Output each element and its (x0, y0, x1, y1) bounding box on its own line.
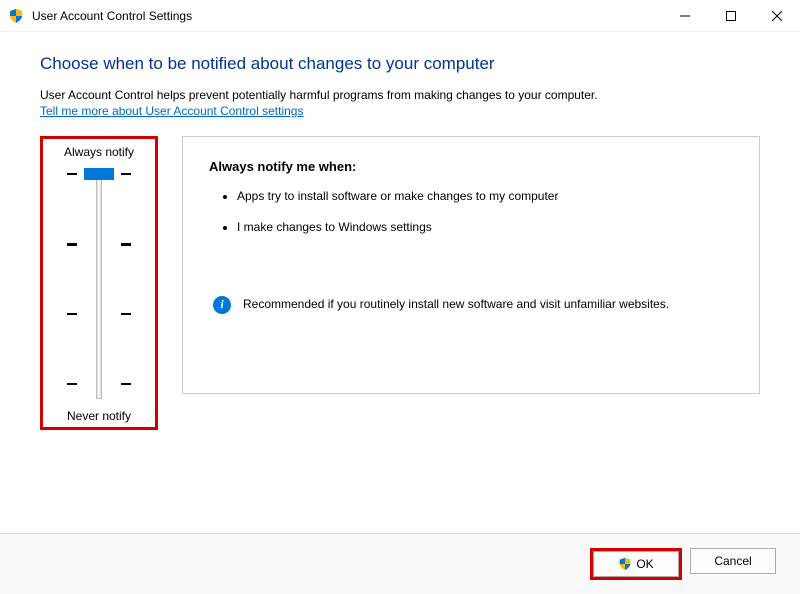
recommendation-text: Recommended if you routinely install new… (243, 296, 669, 313)
cancel-button[interactable]: Cancel (690, 548, 776, 574)
footer-bar: OK Cancel (0, 533, 800, 594)
learn-more-link[interactable]: Tell me more about User Account Control … (40, 104, 303, 118)
page-heading: Choose when to be notified about changes… (40, 54, 760, 74)
info-icon: i (213, 296, 231, 314)
info-bullet-list: Apps try to install software or make cha… (209, 188, 733, 236)
maximize-button[interactable] (708, 0, 754, 32)
content-area: Choose when to be notified about changes… (0, 32, 800, 440)
ok-button[interactable]: OK (593, 551, 679, 577)
slider-tick (47, 243, 151, 246)
slider-thumb[interactable] (84, 168, 114, 180)
cancel-button-label: Cancel (714, 554, 751, 568)
minimize-button[interactable] (662, 0, 708, 32)
notification-slider[interactable]: Always notify Never notify (40, 136, 158, 430)
shield-icon (618, 557, 632, 571)
window-controls (662, 0, 800, 32)
slider-bottom-label: Never notify (47, 409, 151, 423)
ok-highlight: OK (590, 548, 682, 580)
info-bullet: Apps try to install software or make cha… (237, 188, 733, 205)
info-bullet: I make changes to Windows settings (237, 219, 733, 236)
slider-top-label: Always notify (47, 145, 151, 159)
slider-tick (47, 383, 151, 385)
shield-icon (8, 8, 24, 24)
info-panel: Always notify me when: Apps try to insta… (182, 136, 760, 394)
slider-tick (47, 313, 151, 315)
slider-track[interactable] (47, 169, 151, 399)
window-title: User Account Control Settings (32, 9, 192, 23)
description-text: User Account Control helps prevent poten… (40, 88, 760, 102)
info-title: Always notify me when: (209, 159, 733, 174)
titlebar: User Account Control Settings (0, 0, 800, 32)
recommendation-row: i Recommended if you routinely install n… (209, 296, 733, 314)
close-button[interactable] (754, 0, 800, 32)
ok-button-label: OK (636, 557, 653, 571)
